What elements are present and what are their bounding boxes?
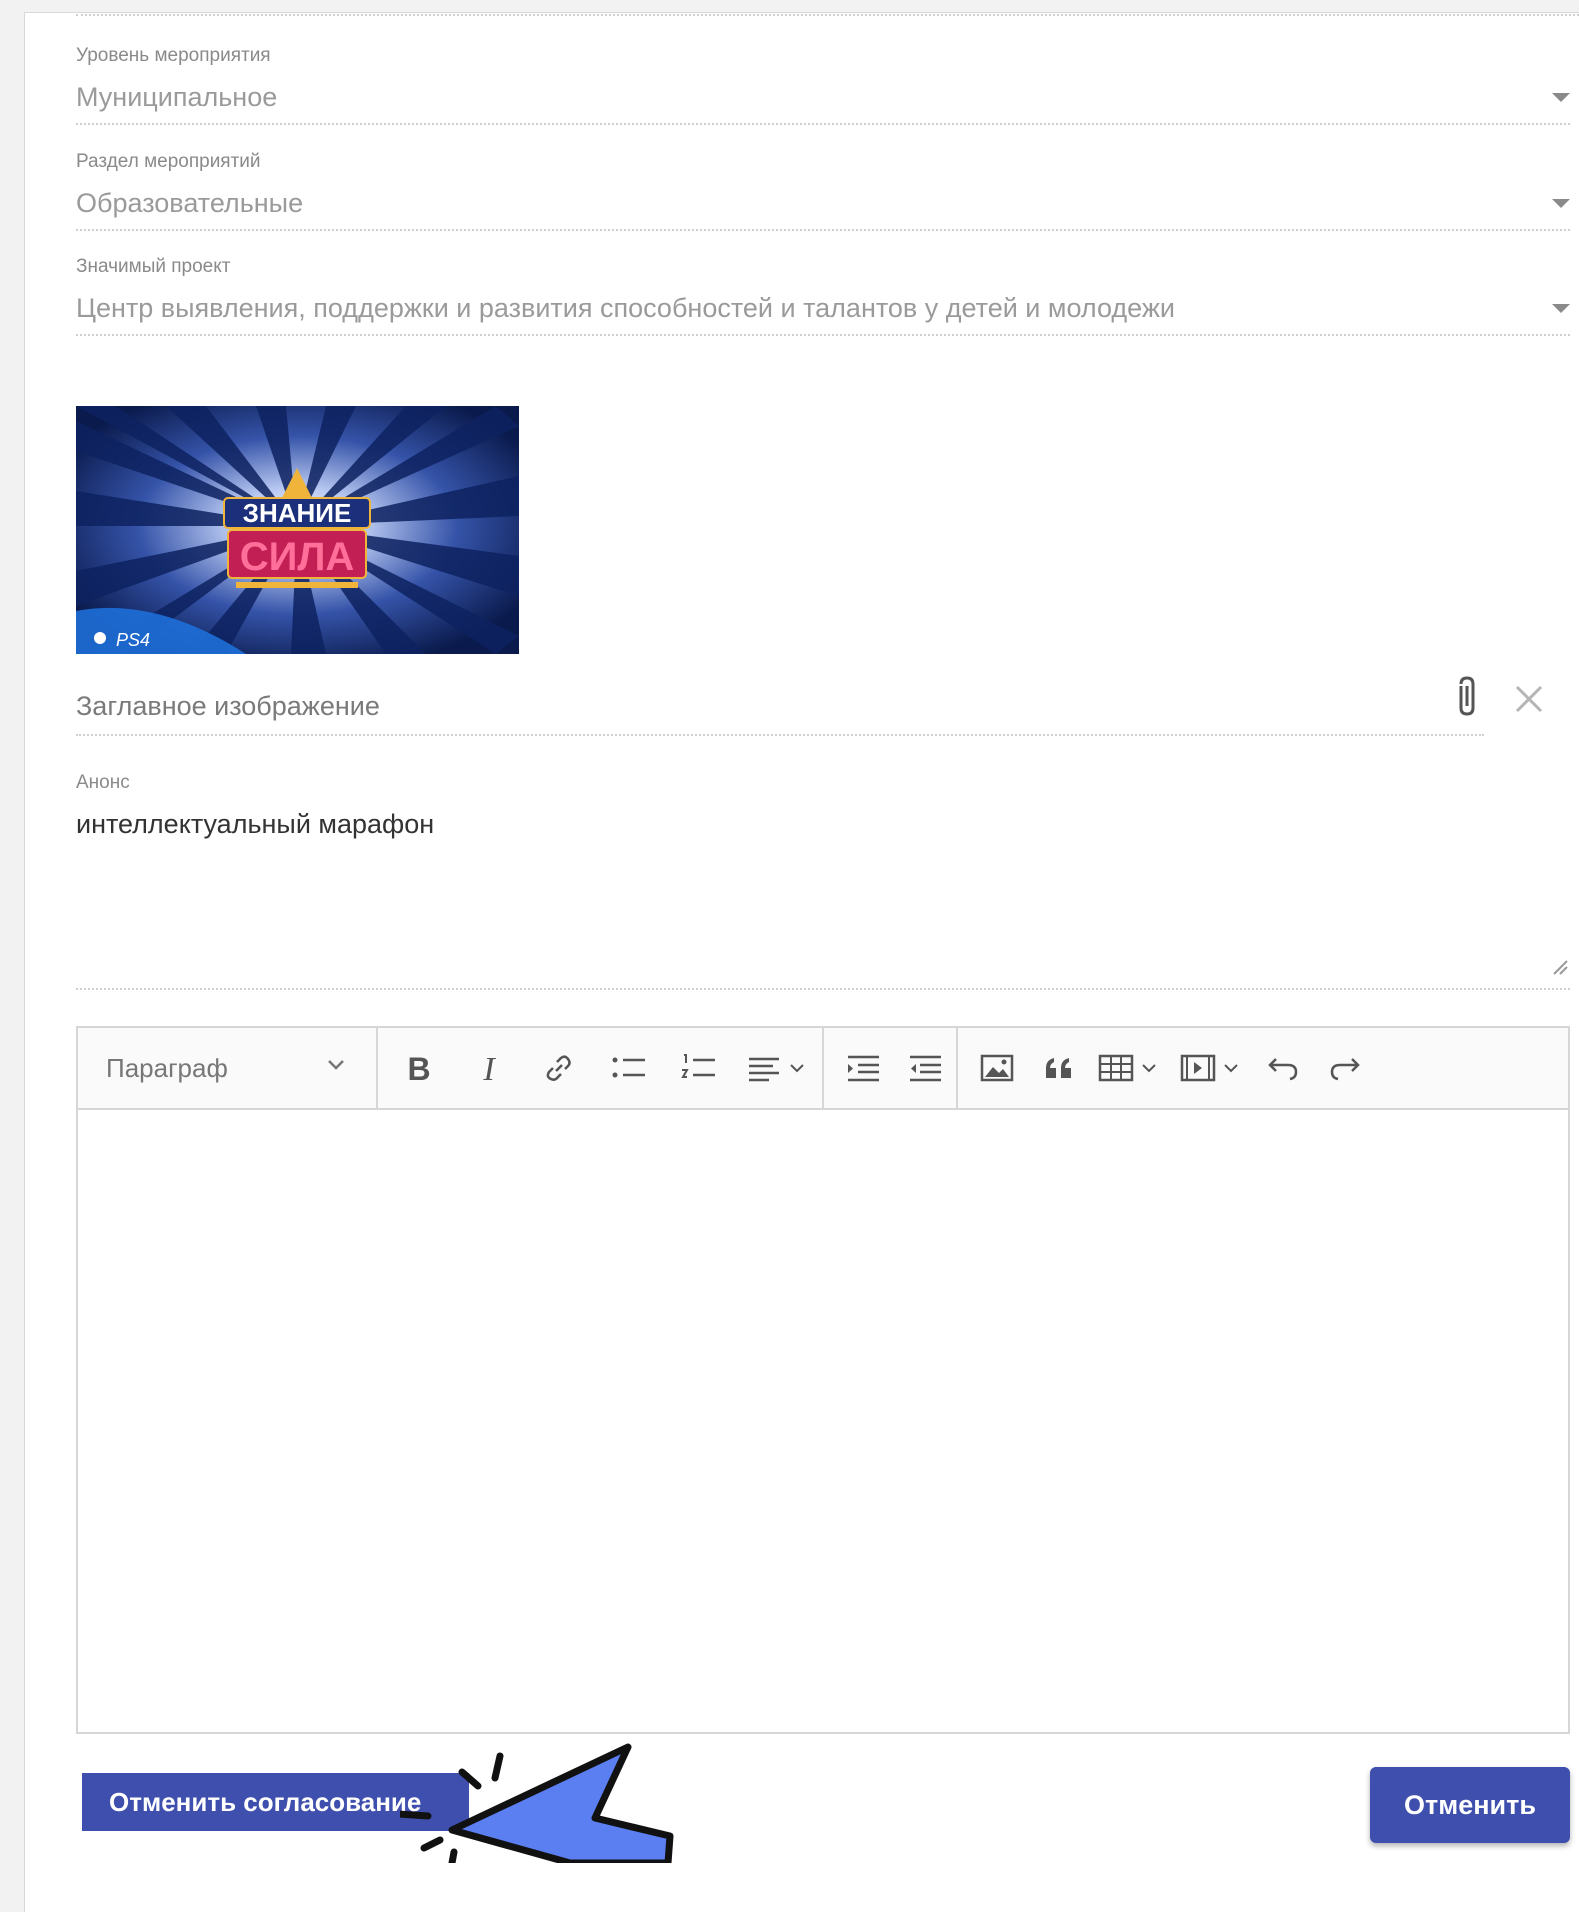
indent-icon	[848, 1055, 879, 1082]
thumbnail-platform-badge: PS4	[116, 630, 150, 650]
outdent-icon	[910, 1055, 941, 1082]
level-select[interactable]: Уровень мероприятия Муниципальное	[76, 45, 1570, 125]
playstation-logo-icon	[94, 632, 106, 644]
toolbar-separator	[956, 1028, 958, 1108]
editor-toolbar: Параграф B I	[78, 1028, 1568, 1110]
rich-text-editor: Параграф B I	[76, 1026, 1570, 1734]
paperclip-icon[interactable]	[1452, 674, 1482, 725]
quote-icon	[1046, 1058, 1071, 1078]
section-label: Раздел мероприятий	[76, 151, 261, 172]
outdent-button[interactable]	[902, 1045, 948, 1091]
level-label: Уровень мероприятия	[76, 45, 271, 66]
cover-image-thumbnail[interactable]: ЗНАНИЕ СИЛА PS4	[76, 406, 519, 654]
image-icon	[980, 1054, 1014, 1082]
insert-image-button[interactable]	[974, 1045, 1020, 1091]
cover-image-label: Заглавное изображение	[76, 691, 380, 721]
level-underline	[76, 123, 1570, 125]
paragraph-select[interactable]: Параграф	[78, 1028, 378, 1108]
media-icon	[1180, 1054, 1238, 1082]
anons-label: Анонс	[76, 772, 130, 793]
caret-down-icon	[1552, 199, 1570, 208]
insert-media-button[interactable]	[1176, 1045, 1248, 1091]
close-icon[interactable]	[1513, 683, 1545, 720]
top-divider	[76, 14, 1579, 16]
paragraph-select-label: Параграф	[106, 1053, 228, 1083]
italic-button[interactable]: I	[466, 1045, 512, 1091]
cover-image-art: ЗНАНИЕ СИЛА PS4	[76, 406, 519, 654]
align-icon	[749, 1057, 804, 1082]
thumbnail-title-line1: ЗНАНИЕ	[243, 498, 352, 528]
cancel-button[interactable]: Отменить	[1370, 1767, 1570, 1843]
block-quote-button[interactable]	[1036, 1045, 1082, 1091]
project-value: Центр выявления, поддержки и развития сп…	[76, 293, 1175, 323]
link-button[interactable]	[536, 1045, 582, 1091]
anons-textarea[interactable]: Анонс интеллектуальный марафон	[76, 772, 1570, 990]
editor-content-area[interactable]	[78, 1110, 1568, 1732]
section-value: Образовательные	[76, 188, 304, 218]
project-underline	[76, 334, 1570, 336]
redo-button[interactable]	[1322, 1045, 1368, 1091]
italic-icon: I	[482, 1051, 496, 1085]
toolbar-separator	[822, 1028, 824, 1108]
anons-value: интеллектуальный марафон	[76, 809, 435, 839]
caret-down-icon	[1552, 93, 1570, 102]
cover-image-underline	[76, 734, 1484, 736]
anons-underline	[76, 988, 1570, 990]
svg-text:B: B	[407, 1051, 430, 1085]
bulleted-list-icon	[612, 1057, 645, 1078]
cover-image-field[interactable]: Заглавное изображение	[76, 690, 1484, 736]
table-icon	[1098, 1054, 1156, 1082]
indent-button[interactable]	[840, 1045, 886, 1091]
resize-handle-icon[interactable]	[1552, 959, 1568, 980]
undo-icon	[1268, 1058, 1298, 1081]
thumbnail-title-line2: СИЛА	[240, 535, 355, 579]
align-button[interactable]	[742, 1045, 812, 1091]
section-underline	[76, 229, 1570, 231]
bulleted-list-button[interactable]	[606, 1045, 652, 1091]
link-icon	[546, 1055, 571, 1081]
level-value: Муниципальное	[76, 82, 278, 112]
numbered-list-button[interactable]	[676, 1045, 722, 1091]
chevron-down-icon	[326, 1058, 346, 1077]
insert-table-button[interactable]	[1094, 1045, 1166, 1091]
project-label: Значимый проект	[76, 256, 231, 277]
project-select[interactable]: Значимый проект Центр выявления, поддерж…	[76, 256, 1570, 336]
undo-button[interactable]	[1260, 1045, 1306, 1091]
pointer-arrow-icon	[394, 1740, 700, 1868]
numbered-list-icon	[681, 1054, 715, 1078]
caret-down-icon	[1552, 304, 1570, 313]
section-select[interactable]: Раздел мероприятий Образовательные	[76, 151, 1570, 231]
bold-button[interactable]: B	[396, 1045, 442, 1091]
redo-icon	[1330, 1058, 1360, 1081]
svg-text:I: I	[482, 1051, 496, 1085]
bold-icon: B	[407, 1051, 430, 1085]
